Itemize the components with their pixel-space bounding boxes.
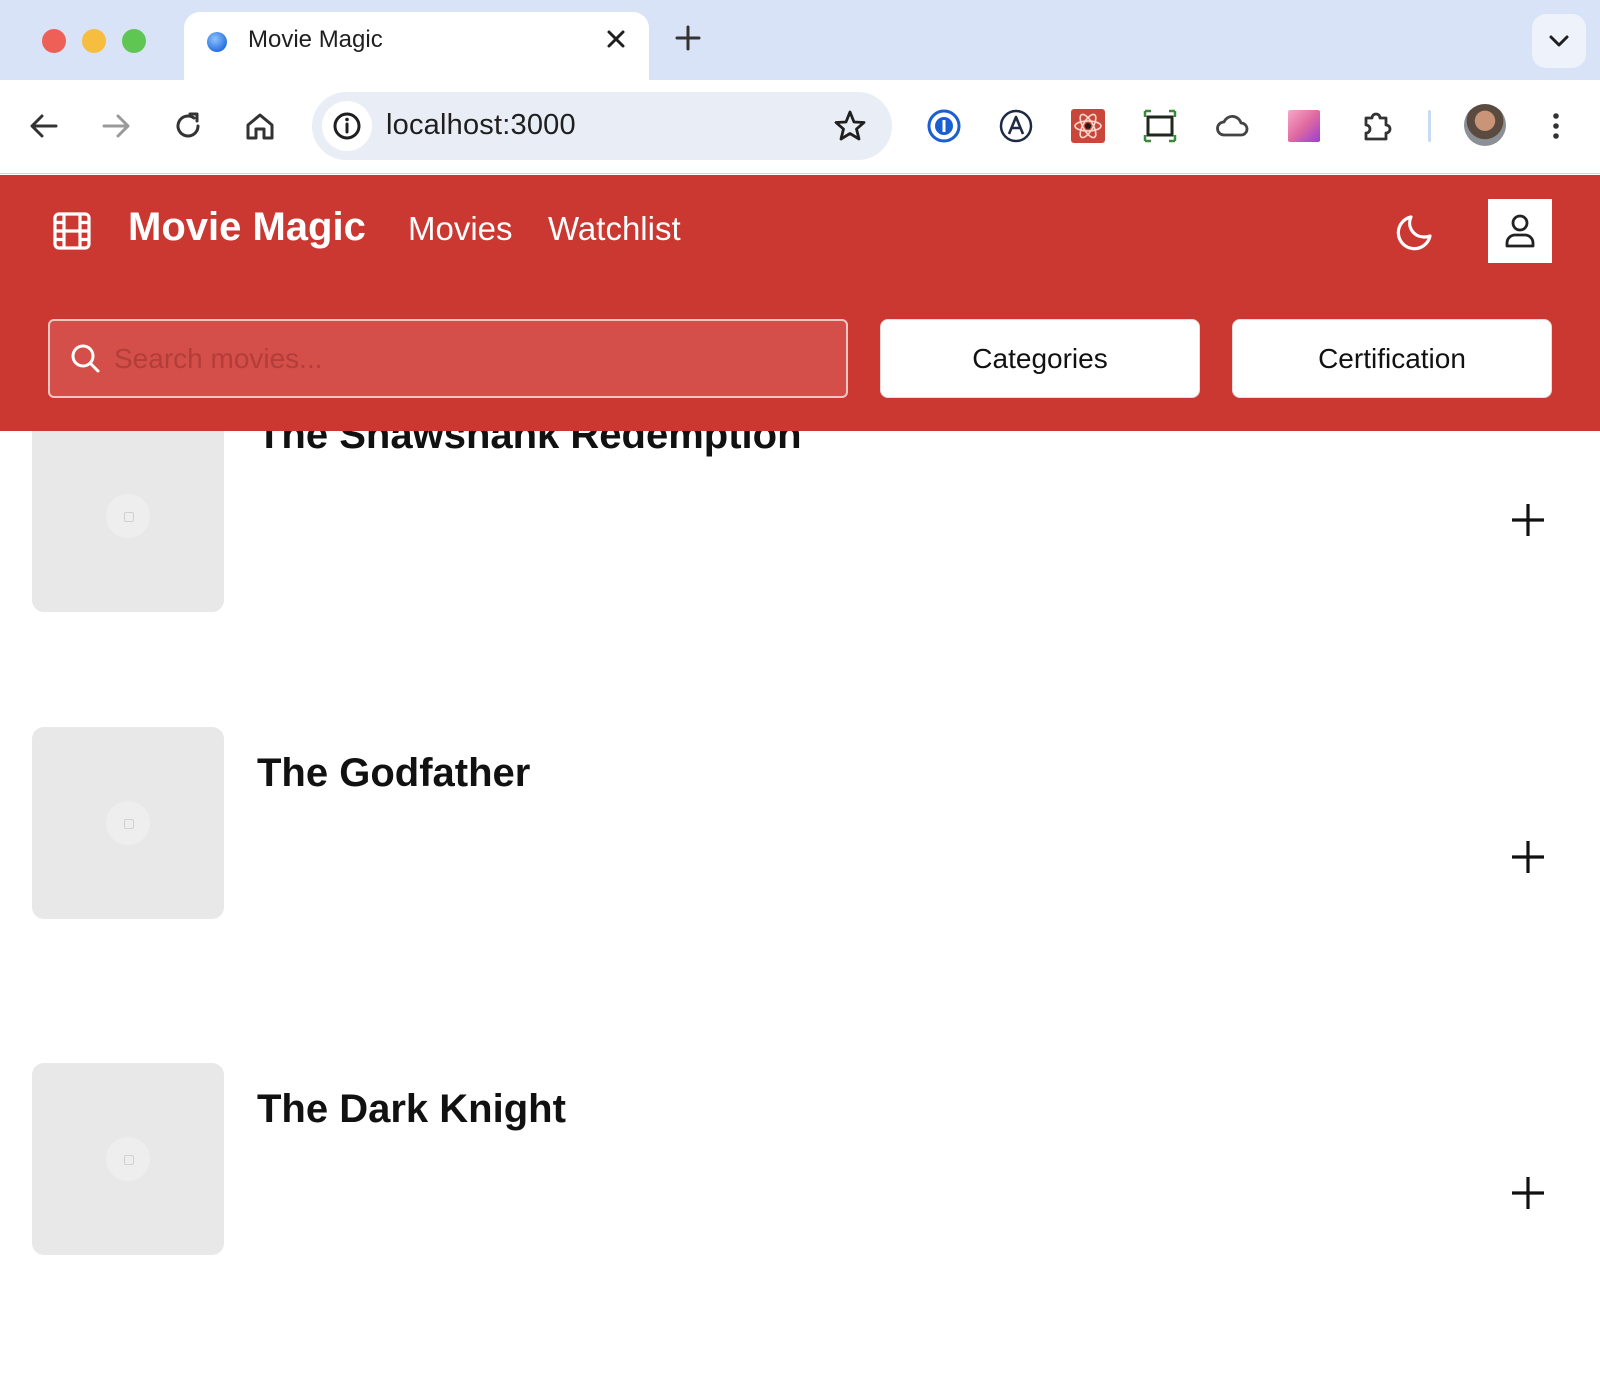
add-to-watchlist-plus-icon[interactable] bbox=[1510, 1175, 1546, 1211]
reload-icon[interactable] bbox=[170, 108, 206, 144]
image-placeholder-icon bbox=[106, 1137, 150, 1181]
globe-icon bbox=[207, 32, 227, 52]
nav-link-watchlist[interactable]: Watchlist bbox=[548, 210, 681, 248]
categories-button[interactable]: Categories bbox=[880, 319, 1200, 398]
movie-poster-placeholder bbox=[32, 1063, 224, 1255]
movie-poster-placeholder bbox=[32, 727, 224, 919]
movie-list: The Shawshank Redemption The Godfather T… bbox=[0, 431, 1600, 1374]
screen-capture-extension-icon[interactable] bbox=[1142, 108, 1178, 144]
browser-tab-bar: Movie Magic bbox=[0, 0, 1600, 80]
add-to-watchlist-plus-icon[interactable] bbox=[1510, 839, 1546, 875]
url-text: localhost:3000 bbox=[386, 109, 576, 141]
grammar-extension-icon[interactable] bbox=[998, 108, 1034, 144]
address-bar[interactable]: localhost:3000 bbox=[312, 92, 892, 160]
certification-button[interactable]: Certification bbox=[1232, 319, 1552, 398]
minimize-window-button[interactable] bbox=[82, 29, 106, 53]
search-input[interactable] bbox=[114, 337, 814, 381]
user-icon bbox=[1505, 214, 1535, 248]
browser-toolbar: localhost:3000 bbox=[0, 80, 1600, 174]
home-icon[interactable] bbox=[242, 108, 278, 144]
cloud-icon[interactable] bbox=[1214, 108, 1250, 144]
bookmark-star-icon[interactable] bbox=[832, 108, 868, 144]
close-icon[interactable] bbox=[601, 24, 631, 54]
toolbar-divider bbox=[1428, 110, 1431, 142]
brand-title[interactable]: Movie Magic bbox=[128, 205, 366, 250]
react-devtools-extension-icon[interactable] bbox=[1070, 108, 1106, 144]
extensions-puzzle-icon[interactable] bbox=[1358, 108, 1394, 144]
profile-avatar[interactable] bbox=[1464, 104, 1506, 146]
tab-search-button[interactable] bbox=[1532, 14, 1586, 68]
app-header: Movie Magic Movies Watchlist Categories … bbox=[0, 175, 1600, 431]
search-box[interactable] bbox=[48, 319, 848, 398]
forward-arrow-icon[interactable] bbox=[98, 108, 134, 144]
user-account-button[interactable] bbox=[1488, 199, 1552, 263]
tab-title: Movie Magic bbox=[248, 26, 383, 53]
close-window-button[interactable] bbox=[42, 29, 66, 53]
film-icon[interactable] bbox=[52, 211, 92, 251]
chevron-down-icon bbox=[1549, 35, 1569, 47]
info-icon bbox=[333, 112, 361, 140]
movie-poster-placeholder bbox=[32, 431, 224, 612]
movie-title[interactable]: The Dark Knight bbox=[257, 1087, 566, 1132]
maximize-window-button[interactable] bbox=[122, 29, 146, 53]
image-placeholder-icon bbox=[106, 801, 150, 845]
movie-title[interactable]: The Shawshank Redemption bbox=[257, 431, 802, 458]
password-manager-extension-icon[interactable] bbox=[926, 108, 962, 144]
browser-tab-active[interactable]: Movie Magic bbox=[184, 12, 649, 80]
movie-title[interactable]: The Godfather bbox=[257, 751, 530, 796]
moon-icon[interactable] bbox=[1394, 209, 1438, 253]
add-to-watchlist-plus-icon[interactable] bbox=[1510, 502, 1546, 538]
image-placeholder-icon bbox=[106, 494, 150, 538]
nav-link-movies[interactable]: Movies bbox=[408, 210, 513, 248]
site-info-button[interactable] bbox=[322, 101, 372, 151]
more-vertical-icon[interactable] bbox=[1538, 108, 1574, 144]
new-tab-plus-icon[interactable] bbox=[672, 22, 704, 54]
back-arrow-icon[interactable] bbox=[26, 108, 62, 144]
movie-item[interactable]: The Godfather bbox=[0, 727, 1600, 927]
movie-item[interactable]: The Dark Knight bbox=[0, 1063, 1600, 1263]
search-icon bbox=[71, 344, 100, 373]
movie-item[interactable]: The Shawshank Redemption bbox=[0, 431, 1600, 612]
color-palette-extension-icon[interactable] bbox=[1286, 108, 1322, 144]
